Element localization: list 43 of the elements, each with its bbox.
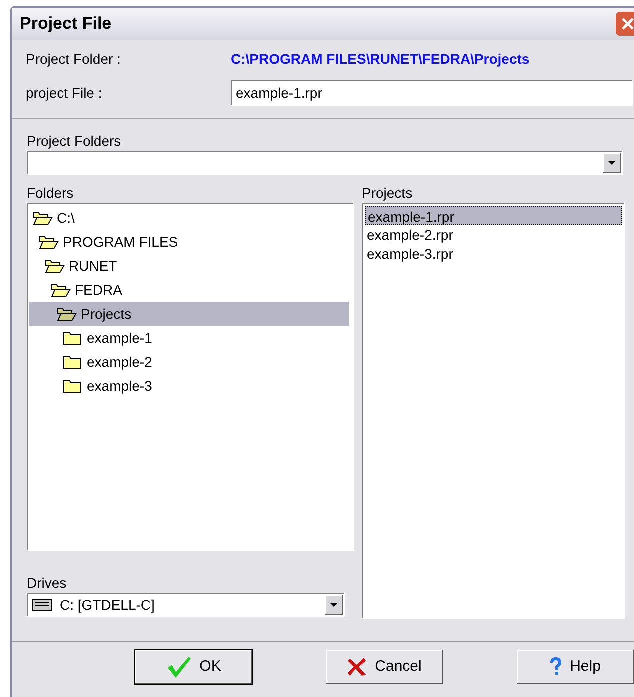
project-file-field[interactable]: example-1.rpr [231, 80, 633, 106]
folder-icon [63, 378, 83, 394]
tree-item[interactable]: example-1 [29, 326, 349, 350]
question-mark-icon [550, 657, 562, 677]
window-title: Project File [20, 13, 112, 36]
field-label: Project Folder : [26, 50, 122, 69]
tree-item[interactable]: example-2 [29, 350, 349, 374]
tree-item[interactable]: Projects [29, 302, 349, 326]
open-folder-icon [39, 234, 59, 250]
dropdown-button[interactable] [603, 153, 621, 173]
field-label: Projects [362, 184, 414, 203]
tree-item[interactable]: FEDRA [29, 278, 349, 302]
tree-item[interactable]: example-3 [29, 374, 349, 398]
close-button[interactable] [616, 12, 634, 36]
drive-icon [32, 599, 52, 611]
field-label: Project Folders [27, 132, 122, 151]
open-folder-icon [45, 258, 65, 274]
cross-icon [347, 657, 368, 677]
open-folder-icon [33, 210, 53, 226]
folder-path: C:\PROGRAM FILES\RUNET\FEDRA\Projects [231, 50, 530, 69]
drives-dropdown[interactable]: C: [GTDELL-C] [27, 593, 345, 617]
project-folders-dropdown[interactable] [27, 151, 623, 175]
project-item[interactable]: example-2.rpr [365, 225, 622, 244]
tree-item[interactable]: RUNET [29, 254, 349, 278]
close-icon [621, 17, 634, 31]
folder-icon [63, 330, 83, 346]
tree-item[interactable]: C:\ [29, 206, 349, 230]
ok-button[interactable]: OK [135, 650, 252, 684]
open-folder-icon [57, 306, 77, 322]
dropdown-button[interactable] [325, 595, 343, 615]
field-label: Drives [27, 574, 68, 593]
field-label: project File : [26, 84, 104, 103]
open-folder-icon [51, 282, 71, 298]
cancel-button[interactable]: Cancel [326, 650, 443, 684]
checkmark-icon [166, 655, 192, 679]
caret-icon [330, 603, 338, 607]
folder-icon [63, 354, 83, 370]
caret-icon [608, 161, 616, 165]
tree-item[interactable]: PROGRAM FILES [29, 230, 349, 254]
project-item[interactable]: example-3.rpr [365, 244, 622, 263]
project-item[interactable]: example-1.rpr [365, 206, 622, 225]
help-button[interactable]: Help [517, 650, 634, 684]
field-label: Folders [27, 184, 75, 203]
